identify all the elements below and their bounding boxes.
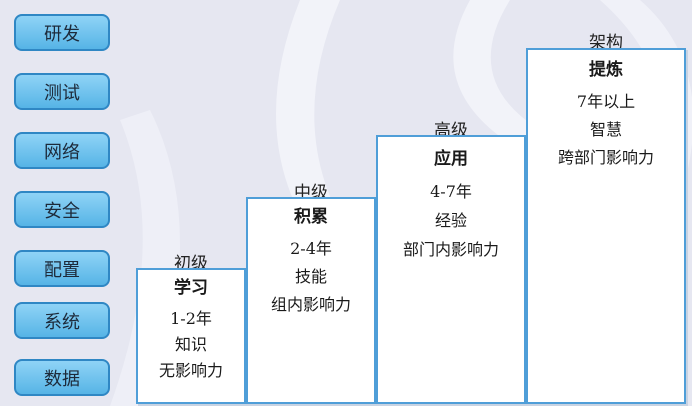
sidebar-item-label: 系统 [44,311,80,333]
step-trait: 知识 [174,335,207,354]
step-junior: 学习 1-2年 知识 无影响力 [136,268,246,404]
step-architect: 提炼 7年以上 智慧 跨部门影响力 [526,48,686,404]
step-trait: 智慧 [589,120,622,139]
sidebar-item-label: 测试 [44,82,80,104]
sidebar-item-security[interactable]: 安全 [14,191,110,228]
sidebar-item-label: 研发 [44,23,80,45]
step-years: 7年以上 [576,92,636,111]
step-keyword: 提炼 [589,60,623,80]
sidebar-item-rd[interactable]: 研发 [14,14,110,51]
step-intermediate: 积累 2-4年 技能 组内影响力 [246,197,376,404]
step-senior: 应用 4-7年 经验 部门内影响力 [376,135,526,404]
step-influence: 跨部门影响力 [557,148,654,167]
step-influence: 组内影响力 [270,295,351,314]
sidebar-item-network[interactable]: 网络 [14,132,110,169]
step-keyword: 积累 [294,207,328,227]
step-years: 4-7年 [430,182,472,201]
sidebar-item-system[interactable]: 系统 [14,302,110,339]
step-influence: 部门内影响力 [402,240,499,259]
step-trait: 经验 [434,211,467,230]
step-keyword: 应用 [434,149,468,169]
step-keyword: 学习 [174,278,208,298]
sidebar-item-label: 网络 [44,141,80,163]
sidebar-item-config[interactable]: 配置 [14,250,110,287]
sidebar-item-label: 数据 [44,368,80,390]
sidebar-item-data[interactable]: 数据 [14,359,110,396]
sidebar-item-label: 配置 [44,259,80,281]
step-trait: 技能 [294,267,327,286]
step-years: 2-4年 [290,239,332,258]
sidebar-item-testing[interactable]: 测试 [14,73,110,110]
sidebar-item-label: 安全 [44,200,80,222]
step-years: 1-2年 [170,309,212,328]
step-influence: 无影响力 [158,361,223,380]
